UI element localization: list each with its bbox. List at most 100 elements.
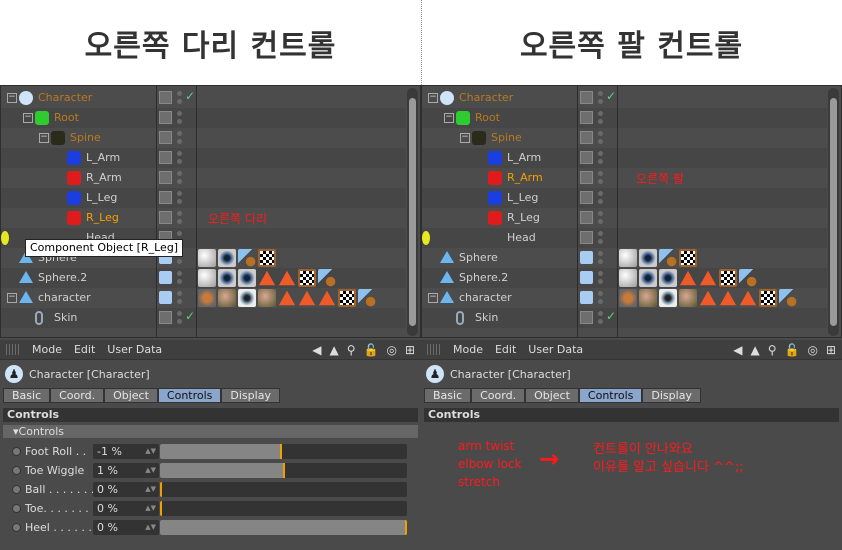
tree-row[interactable]: R_Arm — [1, 168, 406, 188]
tree-row[interactable]: − Root — [1, 108, 406, 128]
render-visibility-dots[interactable] — [177, 311, 182, 325]
render-visibility-dots[interactable] — [177, 191, 182, 205]
visibility-toggle[interactable] — [159, 151, 172, 164]
tree-row[interactable]: − Character ✓ — [422, 88, 827, 108]
value-field[interactable]: 0 % ▲▼ — [93, 482, 159, 497]
object-name[interactable]: Skin — [54, 311, 77, 324]
tree-row[interactable]: L_Arm — [1, 148, 406, 168]
material-skin[interactable] — [218, 289, 236, 307]
target-icon[interactable]: ◎ — [386, 343, 396, 357]
value-field[interactable]: 0 % ▲▼ — [93, 520, 159, 535]
material-eye[interactable] — [238, 269, 256, 287]
object-name[interactable]: Sphere.2 — [459, 271, 508, 284]
visibility-toggle[interactable] — [580, 111, 593, 124]
triangle-tag[interactable] — [258, 270, 276, 286]
material-skin[interactable] — [679, 289, 697, 307]
value-field[interactable]: 1 % ▲▼ — [93, 463, 159, 478]
visibility-toggle[interactable] — [159, 171, 172, 184]
search-icon[interactable]: ⚲ — [347, 343, 356, 357]
stepper-arrows-icon[interactable]: ▲▼ — [145, 482, 156, 497]
tab-coord[interactable]: Coord. — [471, 388, 526, 403]
stepper-arrows-icon[interactable]: ▲▼ — [145, 463, 156, 478]
stepper-arrows-icon[interactable]: ▲▼ — [145, 501, 156, 516]
visibility-toggle[interactable] — [159, 291, 172, 304]
tab-object[interactable]: Object — [525, 388, 579, 403]
tab-basic[interactable]: Basic — [3, 388, 51, 403]
render-visibility-dots[interactable] — [598, 131, 603, 145]
material-eye2[interactable] — [659, 289, 677, 307]
checker-tag[interactable] — [298, 269, 316, 287]
tab-coord[interactable]: Coord. — [50, 388, 105, 403]
triangle-tag[interactable] — [318, 290, 336, 306]
menu-edit[interactable]: Edit — [495, 343, 516, 356]
vertical-scrollbar[interactable] — [407, 88, 418, 336]
visibility-toggle[interactable] — [159, 191, 172, 204]
checker-tag[interactable] — [759, 289, 777, 307]
tab-controls[interactable]: Controls — [578, 388, 643, 403]
slider-knob[interactable] — [282, 463, 285, 478]
render-visibility-dots[interactable] — [598, 191, 603, 205]
texture-tag[interactable] — [358, 289, 376, 307]
visibility-toggle[interactable] — [580, 91, 593, 104]
tree-row[interactable]: L_Leg — [1, 188, 406, 208]
object-name[interactable]: character — [38, 291, 91, 304]
new-panel-icon[interactable]: ⊞ — [405, 343, 415, 357]
tree-row[interactable]: R_Leg — [422, 208, 827, 228]
tree-row[interactable]: Sphere.2 — [1, 268, 406, 288]
visibility-toggle[interactable] — [580, 231, 593, 244]
tab-controls[interactable]: Controls — [157, 388, 222, 403]
slider[interactable] — [160, 501, 407, 516]
collapse-toggle[interactable]: − — [428, 293, 438, 303]
render-visibility-dots[interactable] — [598, 111, 603, 125]
object-name[interactable]: L_Leg — [86, 191, 117, 204]
tree-row[interactable]: − Root — [422, 108, 827, 128]
slider[interactable] — [160, 520, 407, 535]
material-white[interactable] — [198, 269, 216, 287]
tree-row[interactable]: Skin ✓ — [1, 308, 406, 328]
lock-icon[interactable]: 🔓 — [785, 343, 800, 357]
visibility-toggle[interactable] — [580, 171, 593, 184]
value-field[interactable]: -1 % ▲▼ — [93, 444, 159, 459]
visibility-toggle[interactable] — [159, 111, 172, 124]
material-skin[interactable] — [639, 289, 657, 307]
triangle-tag[interactable] — [739, 290, 757, 306]
render-visibility-dots[interactable] — [598, 311, 603, 325]
tree-row[interactable]: Sphere — [422, 248, 827, 268]
render-visibility-dots[interactable] — [598, 151, 603, 165]
enabled-check-icon[interactable]: ✓ — [606, 89, 616, 103]
menu-mode[interactable]: Mode — [32, 343, 62, 356]
render-visibility-dots[interactable] — [177, 151, 182, 165]
visibility-toggle[interactable] — [159, 131, 172, 144]
collapse-toggle[interactable]: − — [23, 113, 33, 123]
tree-row[interactable]: Head — [422, 228, 827, 248]
enabled-check-icon[interactable]: ✓ — [185, 89, 195, 103]
render-visibility-dots[interactable] — [177, 131, 182, 145]
render-visibility-dots[interactable] — [177, 171, 182, 185]
render-visibility-dots[interactable] — [598, 171, 603, 185]
tree-row[interactable]: − character — [422, 288, 827, 308]
vertical-scrollbar[interactable] — [828, 88, 839, 336]
tree-row[interactable]: − Character ✓ — [1, 88, 406, 108]
enabled-check-icon[interactable]: ✓ — [606, 309, 616, 323]
stepper-arrows-icon[interactable]: ▲▼ — [145, 444, 156, 459]
visibility-toggle[interactable] — [580, 311, 593, 324]
object-name[interactable]: character — [459, 291, 512, 304]
collapse-toggle[interactable]: − — [428, 93, 438, 103]
up-arrow-icon[interactable]: ▲ — [329, 343, 338, 357]
visibility-toggle[interactable] — [580, 131, 593, 144]
search-icon[interactable]: ⚲ — [768, 343, 777, 357]
target-icon[interactable]: ◎ — [807, 343, 817, 357]
animate-dot[interactable] — [12, 504, 21, 513]
render-visibility-dots[interactable] — [177, 291, 182, 305]
triangle-tag[interactable] — [679, 270, 697, 286]
texture-tag[interactable] — [739, 269, 757, 287]
hair-tag[interactable] — [619, 289, 637, 307]
animate-dot[interactable] — [12, 523, 21, 532]
tree-row[interactable]: R_Leg — [1, 208, 406, 228]
visibility-toggle[interactable] — [580, 291, 593, 304]
back-arrow-icon[interactable]: ◀ — [312, 343, 321, 357]
object-name[interactable]: Character — [459, 91, 513, 104]
render-visibility-dots[interactable] — [177, 91, 182, 105]
object-name[interactable]: Root — [54, 111, 79, 124]
tree-row[interactable]: − Spine — [422, 128, 827, 148]
